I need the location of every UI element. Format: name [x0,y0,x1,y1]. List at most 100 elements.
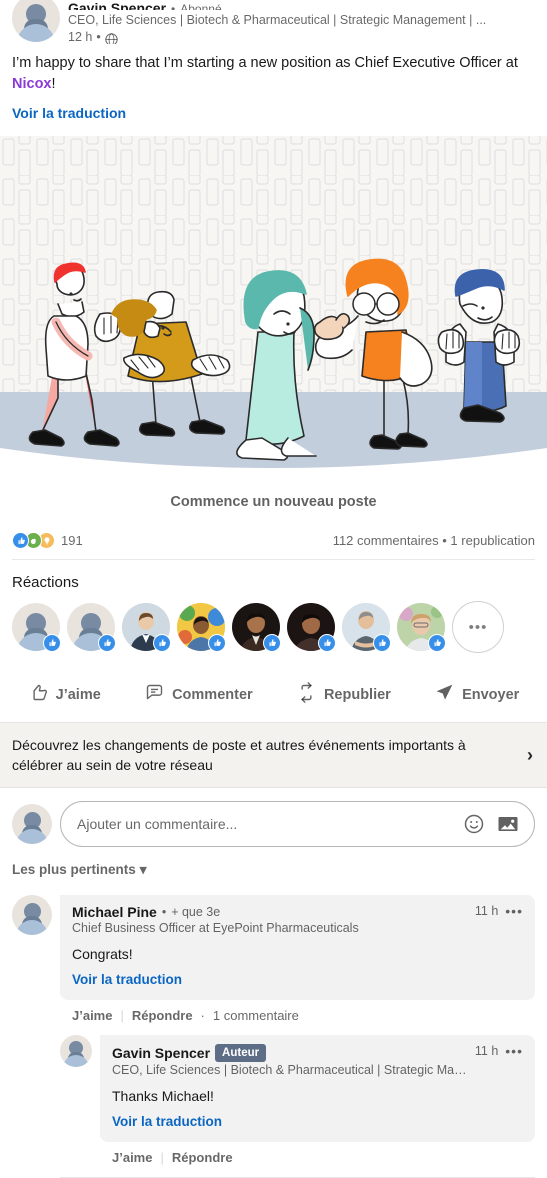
reply-author-headline: CEO, Life Sciences | Biotech & Pharmaceu… [112,1063,467,1077]
chevron-right-icon[interactable]: › [527,745,533,766]
like-badge-icon [318,634,336,652]
reply-action-separator: | [160,1150,164,1165]
comment-action-separator: | [120,1008,124,1023]
like-badge-icon [43,634,61,652]
comment-composer: Ajouter un commentaire... [0,788,547,847]
like-button[interactable]: J’aime [18,675,111,714]
send-button-label: Envoyer [462,686,520,703]
reply-see-translation-link[interactable]: Voir la traduction [112,1114,222,1129]
commenter-avatar[interactable] [12,895,52,935]
commenter-name[interactable]: Michael Pine [72,904,157,920]
post-text-part2: ! [51,76,56,92]
comment-bubble: Michael Pine • + que 3e Chief Business O… [60,895,535,1000]
comment-sort-row: Les plus pertinents ▾ [0,847,547,879]
comment-time: 11 h [474,904,499,918]
post-author-info: Gavin Spencer • Abonné CEO, Life Science… [68,0,535,44]
reply-more-options-icon[interactable]: ••• [505,1044,523,1058]
repost-button-label: Republier [323,686,391,703]
reactor-avatar[interactable] [177,603,226,652]
reply-reply-button[interactable]: Répondre [172,1150,233,1165]
commenter-dot: • [161,905,167,919]
comment-icon [144,682,165,707]
send-button[interactable]: Envoyer [424,675,529,714]
post-illustration[interactable] [0,136,547,472]
thumbs-up-icon [28,682,49,707]
avatar-body [16,920,48,935]
comment-meta: 11 h ••• [467,904,523,918]
avatar-body [16,829,48,844]
network-events-promo[interactable]: Découvrez les changements de poste et au… [0,722,547,788]
post-text-part1: I’m happy to share that I’m starting a n… [12,55,518,71]
reactions-title: Réactions [12,574,79,591]
post-action-bar: J’aime Commenter Republier Envoyer [0,667,547,722]
reactors-list: ••• [12,601,535,653]
current-user-avatar[interactable] [12,804,52,844]
like-badge-icon [263,634,281,652]
repost-button[interactable]: Republier [286,675,401,714]
comment-actions: J’aime | Répondre · 1 commentaire [60,1000,535,1023]
promo-text: Découvrez les changements de poste et au… [12,737,466,773]
like-button-label: J’aime [55,686,101,703]
like-badge-icon [153,634,171,652]
sort-label: Les plus pertinents [12,862,136,877]
author-avatar[interactable] [12,0,60,42]
author-name-row: Gavin Spencer • Abonné [68,0,535,10]
reactor-avatar[interactable] [122,603,171,652]
author-headline: CEO, Life Sciences | Biotech & Pharmaceu… [68,13,487,27]
post-body: I’m happy to share that I’m starting a n… [0,44,547,123]
like-badge-icon [208,634,226,652]
image-icon[interactable] [496,812,520,836]
reply-like-button[interactable]: J’aime [112,1150,152,1165]
reactor-avatar[interactable] [287,603,336,652]
like-badge-icon [98,634,116,652]
post-meta-separator: • [96,30,101,44]
company-mention[interactable]: Nicox [12,76,52,92]
comment-header: Michael Pine • + que 3e Chief Business O… [72,904,523,935]
follow-status: Abonné [180,2,222,10]
comments-reposts-count[interactable]: 112 commentaires • 1 republication [333,533,535,548]
comment-replies-count[interactable]: 1 commentaire [213,1008,299,1023]
emoji-icon[interactable] [462,812,486,836]
reply-content: Gavin Spencer Auteur CEO, Life Sciences … [100,1035,535,1165]
comment-input[interactable]: Ajouter un commentaire... [77,816,452,832]
post-time: 12 h [68,30,93,44]
reactor-avatar[interactable] [67,603,116,652]
post-text: I’m happy to share that I’m starting a n… [12,53,535,95]
reactions-section: Réactions ••• [0,560,547,653]
author-name[interactable]: Gavin Spencer [68,0,166,10]
author-dot: • [171,2,176,10]
social-counts-bar: 191 112 commentaires • 1 republication [0,518,547,559]
post-meta: 12 h • [68,29,535,44]
reply-meta: 11 h ••• [467,1044,523,1058]
like-reaction-icon [12,532,29,549]
comment-reply-item: Gavin Spencer Auteur CEO, Life Sciences … [60,1023,535,1165]
comment-text: Congrats! [72,946,133,962]
new-post-prompt[interactable]: Commence un nouveau poste [0,472,547,518]
comment-reply-button[interactable]: Répondre [132,1008,193,1023]
reply-author-name[interactable]: Gavin Spencer [112,1045,210,1061]
reaction-summary[interactable]: 191 [12,532,83,549]
globe-icon [105,33,118,44]
reactor-avatar[interactable] [12,603,61,652]
reactor-avatar[interactable] [397,603,446,652]
reply-author-avatar[interactable] [60,1035,92,1067]
comment-replies-separator: · [200,1008,205,1023]
comment-like-button[interactable]: J’aime [72,1008,112,1023]
comment-button[interactable]: Commenter [134,675,263,714]
post-header: Gavin Spencer • Abonné CEO, Life Science… [0,0,547,44]
reactor-avatar[interactable] [342,603,391,652]
see-translation-link[interactable]: Voir la traduction [12,105,126,121]
reply-header: Gavin Spencer Auteur CEO, Life Sciences … [112,1044,523,1077]
comment-input-wrapper[interactable]: Ajouter un commentaire... [60,801,535,847]
like-badge-icon [428,634,446,652]
comment-item: Michael Pine • + que 3e Chief Business O… [0,879,547,1178]
comment-button-label: Commenter [172,686,253,703]
show-more-reactors-button[interactable]: ••• [452,601,504,653]
sort-comments-dropdown[interactable]: Les plus pertinents ▾ [12,862,147,878]
comment-more-options-icon[interactable]: ••• [505,904,523,918]
commenter-name-line: Michael Pine • + que 3e [72,904,359,920]
reactor-avatar[interactable] [232,603,281,652]
comment-see-translation-link[interactable]: Voir la traduction [72,972,182,987]
reply-time: 11 h [474,1044,499,1058]
send-icon [434,682,455,707]
